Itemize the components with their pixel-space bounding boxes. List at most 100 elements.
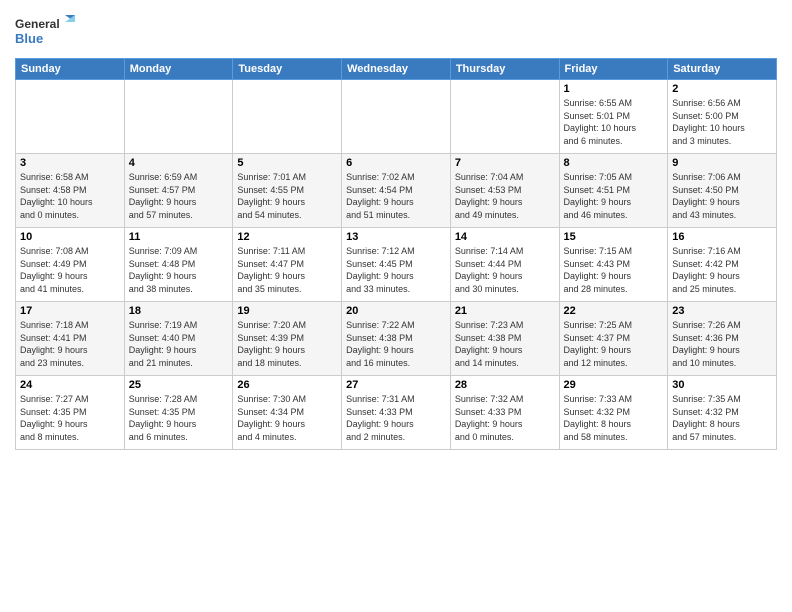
day-number: 19 <box>237 305 337 317</box>
calendar-cell: 6 Sunrise: 7:02 AM Sunset: 4:54 PM Daylig… <box>342 154 451 228</box>
weekday-header-row: SundayMondayTuesdayWednesdayThursdayFrid… <box>16 59 777 80</box>
calendar-header: SundayMondayTuesdayWednesdayThursdayFrid… <box>16 59 777 80</box>
svg-text:General: General <box>15 17 60 31</box>
weekday-header-monday: Monday <box>124 59 233 80</box>
calendar-cell: 29 Sunrise: 7:33 AM Sunset: 4:32 PM Dayli… <box>559 376 668 450</box>
day-number: 9 <box>672 157 772 169</box>
calendar-cell: 18Sunrise: 7:19 AM Sunset: 4:40 PM Dayli… <box>124 302 233 376</box>
day-number: 4 <box>129 157 229 169</box>
day-number: 11 <box>129 231 229 243</box>
calendar-cell: 27 Sunrise: 7:31 AM Sunset: 4:33 PM Dayli… <box>342 376 451 450</box>
calendar-cell: 17 Sunrise: 7:18 AM Sunset: 4:41 PM Dayli… <box>16 302 125 376</box>
calendar-cell: 22 Sunrise: 7:25 AM Sunset: 4:37 PM Dayli… <box>559 302 668 376</box>
day-info: Sunrise: 7:14 AM Sunset: 4:44 PM Dayligh… <box>455 245 555 295</box>
calendar-cell: 19 Sunrise: 7:20 AM Sunset: 4:39 PM Dayli… <box>233 302 342 376</box>
calendar-cell: 12 Sunrise: 7:11 AM Sunset: 4:47 PM Dayli… <box>233 228 342 302</box>
calendar-week-3: 10 Sunrise: 7:08 AM Sunset: 4:49 PM Dayli… <box>16 228 777 302</box>
day-info: Sunrise: 6:59 AM Sunset: 4:57 PM Dayligh… <box>129 171 229 221</box>
day-number: 17 <box>20 305 120 317</box>
day-number: 2 <box>672 83 772 95</box>
day-number: 12 <box>237 231 337 243</box>
day-info: Sunrise: 7:25 AM Sunset: 4:37 PM Dayligh… <box>564 319 664 369</box>
page: General Blue SundayMondayTuesdayWednesda… <box>0 0 792 612</box>
day-number: 27 <box>346 379 446 391</box>
day-info: Sunrise: 7:18 AM Sunset: 4:41 PM Dayligh… <box>20 319 120 369</box>
calendar-cell: 24 Sunrise: 7:27 AM Sunset: 4:35 PM Dayli… <box>16 376 125 450</box>
day-info: Sunrise: 7:33 AM Sunset: 4:32 PM Dayligh… <box>564 393 664 443</box>
day-info: Sunrise: 7:09 AM Sunset: 4:48 PM Dayligh… <box>129 245 229 295</box>
calendar-table: SundayMondayTuesdayWednesdayThursdayFrid… <box>15 58 777 450</box>
day-info: Sunrise: 7:22 AM Sunset: 4:38 PM Dayligh… <box>346 319 446 369</box>
calendar-cell: 3 Sunrise: 6:58 AM Sunset: 4:58 PM Daylig… <box>16 154 125 228</box>
weekday-header-tuesday: Tuesday <box>233 59 342 80</box>
weekday-header-friday: Friday <box>559 59 668 80</box>
day-number: 13 <box>346 231 446 243</box>
calendar-cell: 26 Sunrise: 7:30 AM Sunset: 4:34 PM Dayli… <box>233 376 342 450</box>
day-info: Sunrise: 7:12 AM Sunset: 4:45 PM Dayligh… <box>346 245 446 295</box>
day-number: 15 <box>564 231 664 243</box>
day-number: 29 <box>564 379 664 391</box>
day-info: Sunrise: 7:19 AM Sunset: 4:40 PM Dayligh… <box>129 319 229 369</box>
day-info: Sunrise: 7:20 AM Sunset: 4:39 PM Dayligh… <box>237 319 337 369</box>
weekday-header-saturday: Saturday <box>668 59 777 80</box>
calendar-cell: 11 Sunrise: 7:09 AM Sunset: 4:48 PM Dayli… <box>124 228 233 302</box>
day-info: Sunrise: 7:26 AM Sunset: 4:36 PM Dayligh… <box>672 319 772 369</box>
day-info: Sunrise: 7:02 AM Sunset: 4:54 PM Dayligh… <box>346 171 446 221</box>
day-number: 21 <box>455 305 555 317</box>
calendar-cell: 4 Sunrise: 6:59 AM Sunset: 4:57 PM Daylig… <box>124 154 233 228</box>
day-info: Sunrise: 7:32 AM Sunset: 4:33 PM Dayligh… <box>455 393 555 443</box>
day-number: 10 <box>20 231 120 243</box>
day-info: Sunrise: 7:08 AM Sunset: 4:49 PM Dayligh… <box>20 245 120 295</box>
calendar-cell: 8Sunrise: 7:05 AM Sunset: 4:51 PM Daylig… <box>559 154 668 228</box>
day-info: Sunrise: 7:35 AM Sunset: 4:32 PM Dayligh… <box>672 393 772 443</box>
calendar-cell: 20Sunrise: 7:22 AM Sunset: 4:38 PM Dayli… <box>342 302 451 376</box>
calendar-week-4: 17 Sunrise: 7:18 AM Sunset: 4:41 PM Dayli… <box>16 302 777 376</box>
calendar-week-1: 1 Sunrise: 6:55 AM Sunset: 5:01 PM Daylig… <box>16 80 777 154</box>
day-info: Sunrise: 6:56 AM Sunset: 5:00 PM Dayligh… <box>672 97 772 147</box>
calendar-cell: 15 Sunrise: 7:15 AM Sunset: 4:43 PM Dayli… <box>559 228 668 302</box>
day-info: Sunrise: 6:55 AM Sunset: 5:01 PM Dayligh… <box>564 97 664 147</box>
calendar-body: 1 Sunrise: 6:55 AM Sunset: 5:01 PM Daylig… <box>16 80 777 450</box>
day-info: Sunrise: 7:11 AM Sunset: 4:47 PM Dayligh… <box>237 245 337 295</box>
day-number: 1 <box>564 83 664 95</box>
day-number: 3 <box>20 157 120 169</box>
day-info: Sunrise: 7:30 AM Sunset: 4:34 PM Dayligh… <box>237 393 337 443</box>
calendar-cell <box>450 80 559 154</box>
day-number: 28 <box>455 379 555 391</box>
logo: General Blue <box>15 10 75 50</box>
day-number: 8 <box>564 157 664 169</box>
calendar-cell: 7Sunrise: 7:04 AM Sunset: 4:53 PM Daylig… <box>450 154 559 228</box>
day-info: Sunrise: 7:31 AM Sunset: 4:33 PM Dayligh… <box>346 393 446 443</box>
calendar-cell: 28 Sunrise: 7:32 AM Sunset: 4:33 PM Dayli… <box>450 376 559 450</box>
day-info: Sunrise: 7:06 AM Sunset: 4:50 PM Dayligh… <box>672 171 772 221</box>
calendar-cell: 16 Sunrise: 7:16 AM Sunset: 4:42 PM Dayli… <box>668 228 777 302</box>
day-number: 26 <box>237 379 337 391</box>
day-number: 23 <box>672 305 772 317</box>
day-info: Sunrise: 7:28 AM Sunset: 4:35 PM Dayligh… <box>129 393 229 443</box>
day-info: Sunrise: 6:58 AM Sunset: 4:58 PM Dayligh… <box>20 171 120 221</box>
weekday-header-sunday: Sunday <box>16 59 125 80</box>
calendar-cell: 14Sunrise: 7:14 AM Sunset: 4:44 PM Dayli… <box>450 228 559 302</box>
day-number: 25 <box>129 379 229 391</box>
day-number: 24 <box>20 379 120 391</box>
day-info: Sunrise: 7:27 AM Sunset: 4:35 PM Dayligh… <box>20 393 120 443</box>
calendar-cell: 30 Sunrise: 7:35 AM Sunset: 4:32 PM Dayli… <box>668 376 777 450</box>
calendar-cell <box>342 80 451 154</box>
day-info: Sunrise: 7:23 AM Sunset: 4:38 PM Dayligh… <box>455 319 555 369</box>
day-number: 6 <box>346 157 446 169</box>
day-info: Sunrise: 7:01 AM Sunset: 4:55 PM Dayligh… <box>237 171 337 221</box>
calendar-cell: 13 Sunrise: 7:12 AM Sunset: 4:45 PM Dayli… <box>342 228 451 302</box>
calendar-cell <box>124 80 233 154</box>
day-info: Sunrise: 7:04 AM Sunset: 4:53 PM Dayligh… <box>455 171 555 221</box>
calendar-cell: 9 Sunrise: 7:06 AM Sunset: 4:50 PM Daylig… <box>668 154 777 228</box>
header: General Blue <box>15 10 777 50</box>
logo-svg: General Blue <box>15 10 75 50</box>
day-info: Sunrise: 7:15 AM Sunset: 4:43 PM Dayligh… <box>564 245 664 295</box>
day-number: 22 <box>564 305 664 317</box>
day-number: 16 <box>672 231 772 243</box>
calendar-cell: 10 Sunrise: 7:08 AM Sunset: 4:49 PM Dayli… <box>16 228 125 302</box>
weekday-header-thursday: Thursday <box>450 59 559 80</box>
calendar-cell: 1 Sunrise: 6:55 AM Sunset: 5:01 PM Daylig… <box>559 80 668 154</box>
day-number: 30 <box>672 379 772 391</box>
day-info: Sunrise: 7:16 AM Sunset: 4:42 PM Dayligh… <box>672 245 772 295</box>
